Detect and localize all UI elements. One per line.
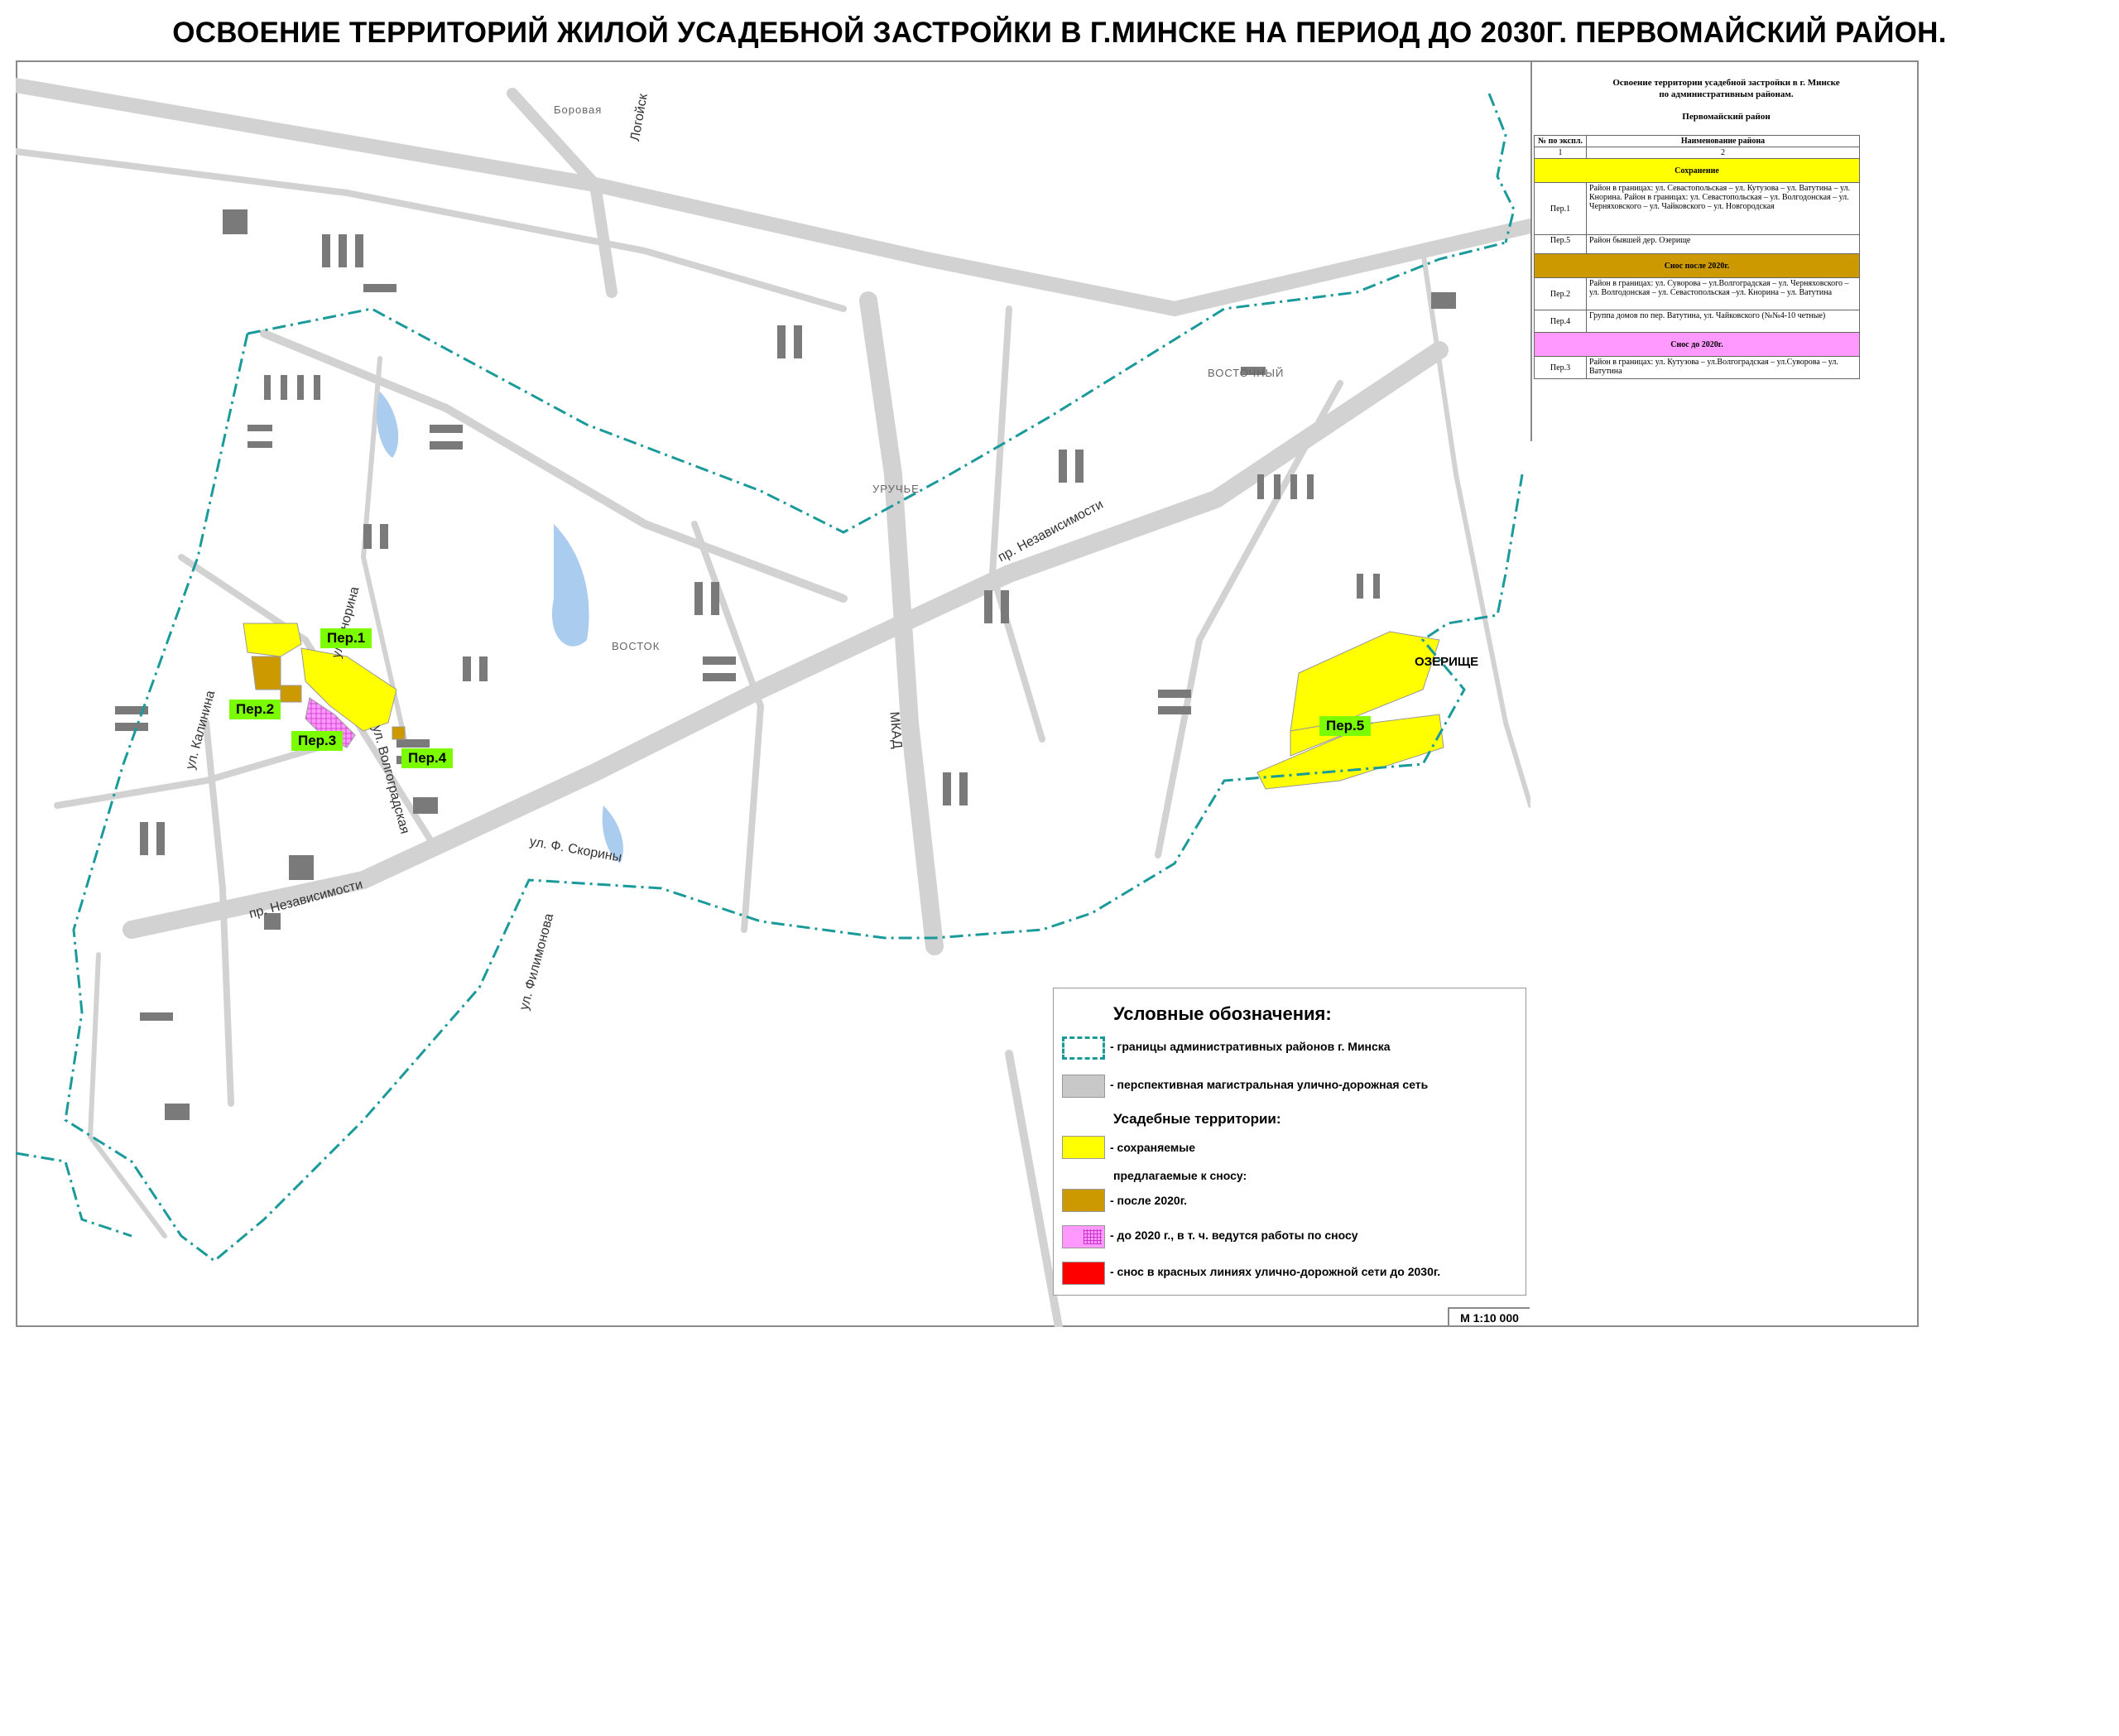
info-heading-line1: Освоение территории усадебной застройки …: [1612, 78, 1840, 88]
legend-title: Условные обозначения:: [1113, 1003, 1332, 1024]
legend-swatch-after-2020: [1062, 1189, 1105, 1212]
row-text-per4: Группа домов по пер. Ватутина, ул. Чайко…: [1586, 310, 1860, 333]
district-label-ozerishche: ОЗЕРИЩЕ: [1415, 655, 1479, 669]
map-scale: М 1:10 000: [1448, 1307, 1530, 1327]
district-label-borovaya: Боровая: [554, 103, 603, 116]
row-code-per3: Пер.3: [1534, 356, 1587, 379]
row-code-per1: Пер.1: [1534, 182, 1587, 235]
info-heading-line2: по административным районам.: [1659, 89, 1794, 99]
legend-label-roads: - перспективная магистральная улично-дор…: [1110, 1078, 1429, 1091]
legend-label-boundary: - границы административных районов г. Ми…: [1110, 1040, 1391, 1053]
legend-estates-heading: Усадебные территории:: [1113, 1111, 1281, 1127]
tag-per4[interactable]: Пер.4: [401, 748, 454, 768]
table-colnum-1: 1: [1534, 147, 1587, 159]
tag-per2[interactable]: Пер.2: [229, 700, 281, 719]
row-text-per2: Район в границах: ул. Суворова – ул.Волг…: [1586, 277, 1860, 310]
table-header-name: Наименование района: [1586, 135, 1860, 147]
row-code-per5: Пер.5: [1534, 234, 1587, 254]
legend-label-preserved: - сохраняемые: [1110, 1141, 1195, 1154]
row-code-per2: Пер.2: [1534, 277, 1587, 310]
district-label-vostok: ВОСТОК: [612, 640, 661, 652]
table-header-num: № по экспл.: [1534, 135, 1587, 147]
legend-panel: Условные обозначения: - границы админист…: [1053, 988, 1526, 1296]
section-before-2020: Снос до 2020г.: [1534, 332, 1860, 357]
table-colnum-2: 2: [1586, 147, 1860, 159]
legend-hatch-icon: [1084, 1229, 1102, 1244]
legend-proposed-heading: предлагаемые к сносу:: [1113, 1169, 1247, 1182]
legend-swatch-roads: [1062, 1075, 1105, 1098]
legend-label-after-2020: - после 2020г.: [1110, 1194, 1188, 1207]
legend-swatch-before-2020: [1062, 1225, 1105, 1248]
info-table: № по экспл. Наименование района 1 2 Сохр…: [1534, 135, 1860, 379]
tag-per5[interactable]: Пер.5: [1319, 716, 1372, 736]
district-label-vostochny: ВОСТОЧНЫЙ: [1208, 367, 1285, 379]
legend-label-before-2020: - до 2020 г., в т. ч. ведутся работы по …: [1110, 1229, 1358, 1242]
info-district: Первомайский район: [1682, 112, 1771, 122]
info-panel: Освоение территории усадебной застройки …: [1530, 60, 1920, 441]
tag-per1[interactable]: Пер.1: [320, 628, 372, 648]
legend-swatch-preserved: [1062, 1136, 1105, 1159]
info-heading: Освоение территории усадебной застройки …: [1532, 77, 1920, 100]
row-text-per5: Район бывшей дер. Озерище: [1586, 234, 1860, 254]
tag-per3[interactable]: Пер.3: [291, 731, 344, 751]
row-text-per1: Район в границах: ул. Севастопольская – …: [1586, 182, 1860, 235]
section-preserve: Сохранение: [1534, 158, 1860, 183]
legend-swatch-boundary: [1062, 1036, 1105, 1060]
legend-label-red-lines: - снос в красных линиях улично-дорожной …: [1110, 1265, 1441, 1278]
water-bodies: [376, 392, 623, 863]
legend-swatch-red-lines: [1062, 1262, 1105, 1285]
row-code-per4: Пер.4: [1534, 310, 1587, 333]
row-text-per3: Район в границах: ул. Кутузова – ул.Волг…: [1586, 356, 1860, 379]
section-after-2020: Снос после 2020г.: [1534, 253, 1860, 278]
map-title: ОСВОЕНИЕ ТЕРРИТОРИЙ ЖИЛОЙ УСАДЕБНОЙ ЗАСТ…: [172, 17, 1947, 49]
district-label-urucce: УРУЧЬЕ: [872, 483, 920, 495]
street-label-mkad: МКАД: [887, 710, 905, 749]
